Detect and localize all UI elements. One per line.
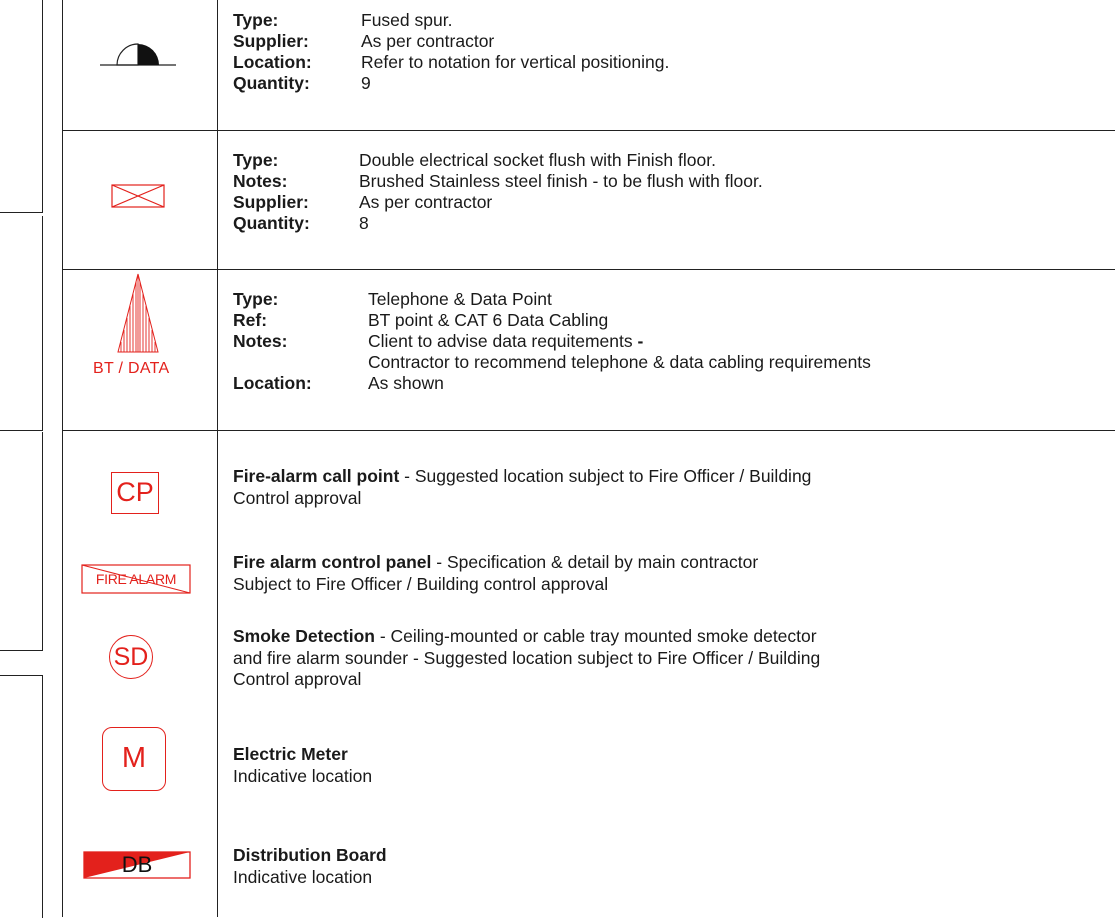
fire-alarm-panel-symbol-label: FIRE ALARM xyxy=(95,571,177,587)
type-label: Type: xyxy=(233,289,279,309)
type-value: Telephone & Data Point xyxy=(368,289,552,309)
frame-left-border xyxy=(62,0,63,917)
bt-data-symbol-label: BT / DATA xyxy=(93,360,170,377)
frame-column-divider xyxy=(217,0,218,917)
notes-label: Notes: xyxy=(233,171,288,191)
notes-suffix: - xyxy=(632,331,644,351)
call-point-symbol-label: CP xyxy=(116,477,154,507)
call-point-description: Fire-alarm call point - Suggested locati… xyxy=(233,466,811,509)
type-value: Double electrical socket flush with Fini… xyxy=(359,150,716,170)
control-panel-title: Fire alarm control panel xyxy=(233,552,432,572)
distribution-board-title: Distribution Board xyxy=(233,845,387,865)
fused-spur-symbol-icon xyxy=(100,43,176,66)
electric-meter-symbol-label: M xyxy=(121,742,147,774)
electric-meter-description: Electric Meter Indicative location xyxy=(233,744,372,787)
control-panel-description: Fire alarm control panel - Specification… xyxy=(233,552,758,595)
smoke-detection-description: Smoke Detection - Ceiling-mounted or cab… xyxy=(233,626,820,691)
row-divider xyxy=(62,430,1115,431)
type-value: Fused spur. xyxy=(361,10,453,30)
adjacent-sheet-fragment xyxy=(0,432,43,651)
row-divider xyxy=(62,269,1115,270)
notes-value: Client to advise data requitements xyxy=(368,331,633,351)
supplier-value: As per contractor xyxy=(361,31,495,51)
quantity-label: Quantity: xyxy=(233,73,310,93)
row-divider xyxy=(62,130,1115,131)
type-label: Type: xyxy=(233,150,279,170)
call-point-line2: Control approval xyxy=(233,487,362,508)
smoke-detection-line2: and fire alarm sounder - Suggested locat… xyxy=(233,647,821,668)
ref-label: Ref: xyxy=(233,310,268,330)
smoke-detector-symbol-label: SD xyxy=(113,643,149,671)
legend-sheet: Type: Fused spur. Supplier: As per contrac… xyxy=(0,0,1115,918)
notes-continuation: Contractor to recommend telephone & data… xyxy=(368,352,871,372)
distribution-board-description: Distribution Board Indicative location xyxy=(233,845,387,888)
distribution-board-symbol-label: DB xyxy=(121,852,153,877)
bt-data-triangle-icon xyxy=(117,273,159,353)
location-label: Location: xyxy=(233,52,312,72)
notes-value: Brushed Stainless steel finish - to be f… xyxy=(359,171,763,191)
smoke-detection-line3: Control approval xyxy=(233,669,362,689)
distribution-board-line2: Indicative location xyxy=(233,866,373,887)
call-point-title: Fire-alarm call point xyxy=(233,466,400,486)
quantity-value: 9 xyxy=(361,73,371,93)
floor-socket-symbol-icon xyxy=(111,184,165,208)
location-value: Refer to notation for vertical positioni… xyxy=(361,52,670,72)
notes-label: Notes: xyxy=(233,331,288,351)
supplier-label: Supplier: xyxy=(233,31,309,51)
quantity-value: 8 xyxy=(359,213,369,233)
control-panel-line2: Subject to Fire Officer / Building contr… xyxy=(233,573,609,594)
location-label: Location: xyxy=(233,373,312,393)
type-label: Type: xyxy=(233,10,279,30)
supplier-label: Supplier: xyxy=(233,192,309,212)
electric-meter-title: Electric Meter xyxy=(233,744,348,764)
electric-meter-line2: Indicative location xyxy=(233,765,373,786)
smoke-detection-line1: - Ceiling-mounted or cable tray mounted … xyxy=(374,626,817,646)
call-point-line1: - Suggested location subject to Fire Off… xyxy=(399,466,812,486)
adjacent-sheet-fragment xyxy=(0,0,43,213)
quantity-label: Quantity: xyxy=(233,213,310,233)
supplier-value: As per contractor xyxy=(359,192,493,212)
ref-value: BT point & CAT 6 Data Cabling xyxy=(368,310,609,330)
adjacent-sheet-fragment xyxy=(0,675,43,918)
location-value: As shown xyxy=(368,373,444,393)
adjacent-sheet-fragment xyxy=(0,216,43,431)
smoke-detection-title: Smoke Detection xyxy=(233,626,375,646)
control-panel-line1: - Specification & detail by main contrac… xyxy=(431,552,759,572)
